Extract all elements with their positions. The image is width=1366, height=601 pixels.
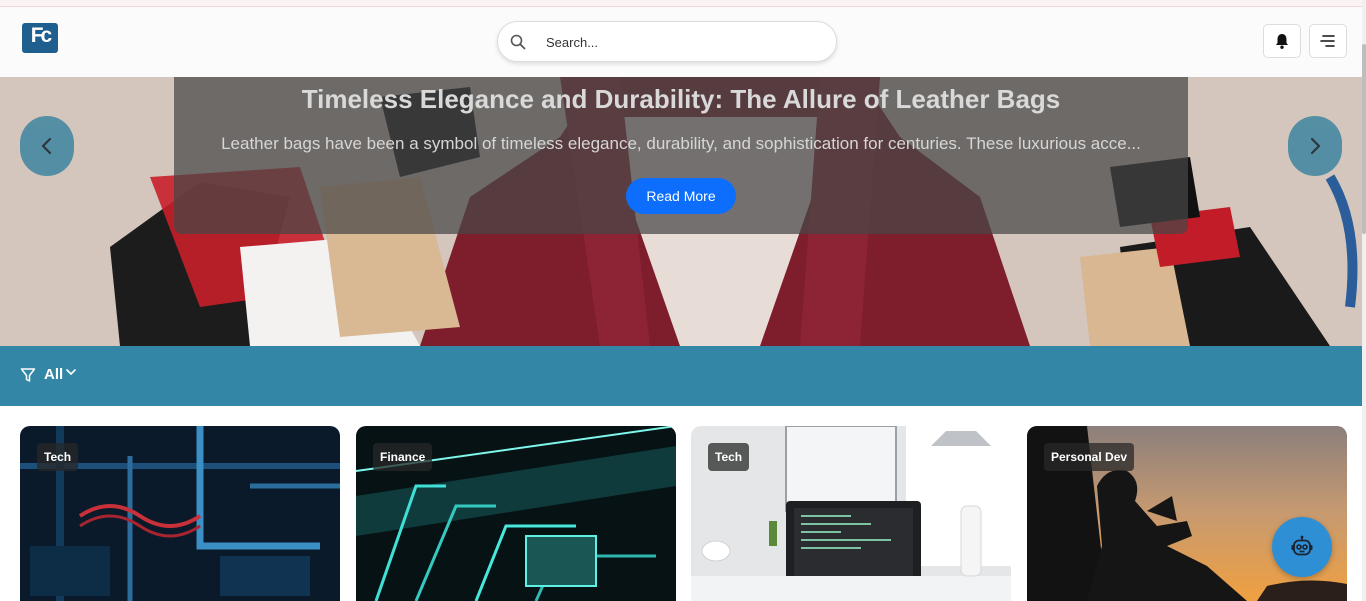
notifications-button[interactable] [1263, 24, 1301, 58]
hero-caption: Timeless Elegance and Durability: The Al… [174, 77, 1188, 234]
chevron-down-icon[interactable] [66, 368, 76, 376]
post-card[interactable]: Tech [20, 426, 340, 601]
site-header: Fc [0, 7, 1362, 77]
read-more-button[interactable]: Read More [626, 178, 736, 214]
logo-text: Fc [30, 24, 53, 47]
hero-excerpt: Leather bags have been a symbol of timel… [221, 134, 1141, 153]
carousel-next-button[interactable] [1288, 116, 1342, 176]
page-scrollbar[interactable] [1362, 0, 1366, 601]
search-bar[interactable] [497, 21, 837, 62]
chevron-right-icon [1310, 137, 1321, 155]
bell-icon [1276, 34, 1288, 49]
carousel-prev-button[interactable] [20, 116, 74, 176]
filter-selected-label[interactable]: All [44, 366, 63, 383]
chevron-left-icon [41, 137, 52, 155]
hero-carousel: Timeless Elegance and Durability: The Al… [0, 77, 1362, 346]
category-badge: Tech [37, 443, 79, 471]
menu-button[interactable] [1309, 24, 1347, 58]
top-accent-bar [0, 0, 1366, 7]
scrollbar-thumb[interactable] [1362, 44, 1366, 234]
hero-title: Timeless Elegance and Durability: The Al… [301, 84, 1061, 114]
robot-icon [1291, 535, 1313, 556]
category-badge: Tech [708, 443, 750, 471]
category-badge: Finance [373, 443, 433, 471]
search-icon [510, 34, 526, 50]
category-filter-bar: All [0, 346, 1362, 406]
chatbot-button[interactable] [1272, 517, 1332, 577]
site-logo[interactable]: Fc [22, 23, 58, 53]
search-input[interactable] [546, 31, 816, 53]
category-badge: Personal Dev [1044, 443, 1135, 471]
post-card[interactable]: Tech [691, 426, 1011, 601]
filter-icon[interactable] [20, 367, 36, 383]
post-card[interactable]: Finance [356, 426, 676, 601]
hamburger-menu-icon [1320, 35, 1335, 47]
